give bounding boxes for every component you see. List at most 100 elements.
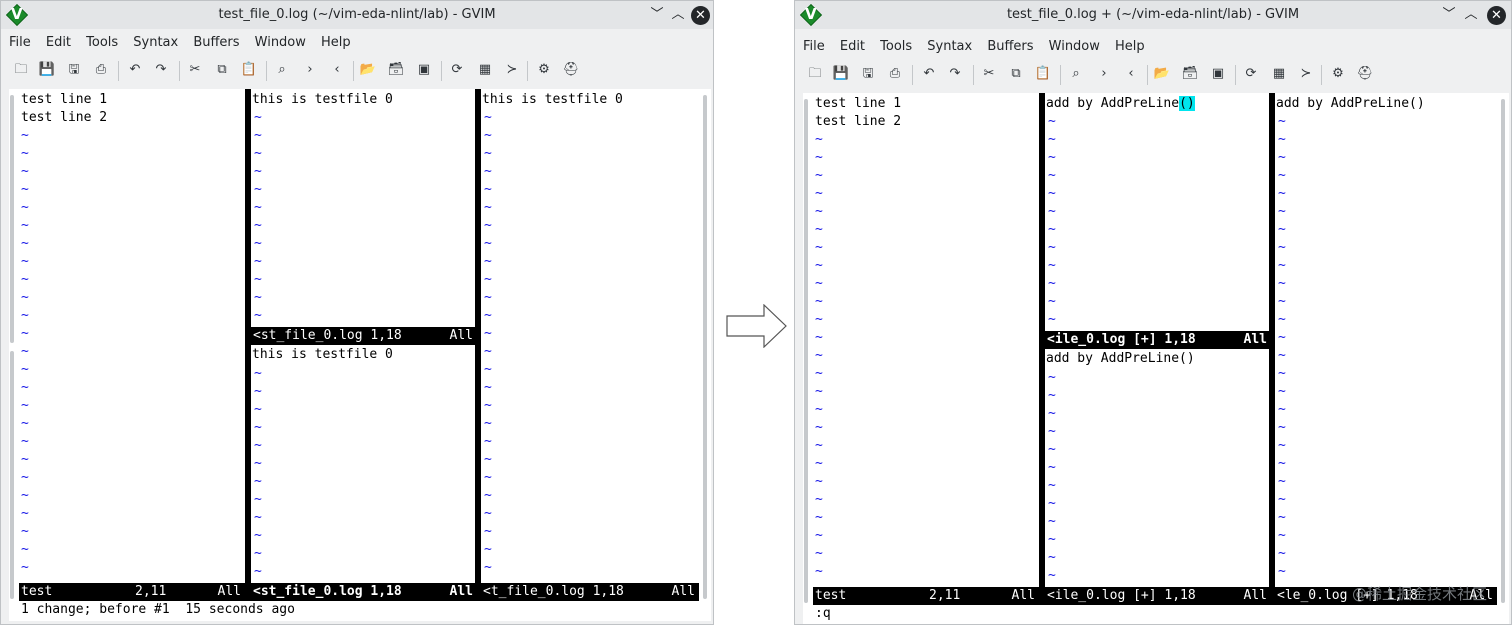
menu-tools[interactable]: Tools xyxy=(875,36,917,58)
empty-line-tilde: ~ xyxy=(815,528,823,543)
find-replace-icon[interactable]: ⌕ xyxy=(1066,64,1086,84)
print-icon[interactable]: ⎙ xyxy=(885,64,905,84)
print-icon[interactable]: ⎙ xyxy=(91,60,111,80)
editor-area[interactable]: test line 1 test line 2 ~ ~ ~ ~ ~ ~ ~ ~ ~ ~ ~ ~ ~ ~ ~ ~… xyxy=(9,89,711,621)
menu-syntax[interactable]: Syntax xyxy=(128,32,183,54)
title-bar[interactable]: V test_file_0.log + (~/vim-eda-nlint/lab… xyxy=(795,1,1511,29)
empty-line-tilde: ~ xyxy=(21,254,29,269)
status-file: <st_file_0.log 1,18 xyxy=(253,584,402,599)
shell-icon[interactable]: ▦ xyxy=(475,60,495,80)
run-script-icon[interactable]: ▣ xyxy=(1208,64,1228,84)
ctags-icon[interactable]: ≻ xyxy=(1296,64,1316,84)
make-icon[interactable]: ⟳ xyxy=(447,60,467,80)
status-line-pane-3[interactable]: <t_file_0.log 1,18 All xyxy=(481,583,699,601)
tag-jump-icon[interactable]: ⚙ xyxy=(1328,64,1348,84)
status-line-pane-1[interactable]: test 2,11 All xyxy=(19,583,245,601)
status-line-pane-2-top[interactable]: <st_file_0.log 1,18 All xyxy=(251,327,477,345)
save-icon[interactable]: 💾 xyxy=(831,64,851,84)
run-script-icon[interactable]: ▣ xyxy=(414,60,434,80)
command-line[interactable]: :q xyxy=(815,605,1509,623)
menu-buffers[interactable]: Buffers xyxy=(188,32,244,54)
open-icon[interactable]: 🗀 xyxy=(11,60,31,80)
undo-icon[interactable]: ↶ xyxy=(125,60,145,80)
find-next-icon[interactable]: › xyxy=(300,60,320,80)
save-session-icon[interactable]: 🗃 xyxy=(386,60,406,80)
scrollbar-left-lower[interactable] xyxy=(10,351,14,599)
toolbar: 🗀 💾 🖫 ⎙ ↶ ↷ ✂ ⧉ 📋 ⌕ › ‹ 📂 🗃 ▣ ⟳ ▦ ≻ ⚙ ⛑ xyxy=(1,57,713,85)
copy-icon[interactable]: ⧉ xyxy=(1006,64,1026,84)
close-icon[interactable]: ✕ xyxy=(691,6,710,25)
empty-line-tilde: ~ xyxy=(1048,460,1056,475)
shell-icon[interactable]: ▦ xyxy=(1269,64,1289,84)
editor-pane-1[interactable]: test line 1 test line 2 ~ ~ ~ ~ ~ ~ ~ ~ ~ ~ ~ ~ ~ ~ ~ ~… xyxy=(9,89,245,581)
editor-pane-2-bottom[interactable]: add by AddPreLine() ~ ~ ~ ~ ~ ~ ~ ~ ~ ~ ~ ~ xyxy=(1045,349,1271,587)
paste-icon[interactable]: 📋 xyxy=(239,60,259,80)
redo-icon[interactable]: ↷ xyxy=(945,64,965,84)
find-replace-icon[interactable]: ⌕ xyxy=(272,60,292,80)
empty-line-tilde: ~ xyxy=(1278,132,1286,147)
scrollbar-right[interactable] xyxy=(1501,99,1505,603)
empty-line-tilde: ~ xyxy=(1048,240,1056,255)
editor-pane-3[interactable]: this is testfile 0 ~ ~ ~ ~ ~ ~ ~ ~ ~ ~ ~ ~ ~ ~ ~ ~ ~ ~ ~ ~ ~… xyxy=(481,89,703,581)
editor-pane-3[interactable]: add by AddPreLine() ~ ~ ~ ~ ~ ~ ~ ~ ~ ~ ~ ~ ~ ~ ~ ~ ~ ~ ~ ~… xyxy=(1275,93,1497,585)
cut-icon[interactable]: ✂ xyxy=(185,60,205,80)
menu-syntax[interactable]: Syntax xyxy=(922,36,977,58)
editor-pane-1[interactable]: test line 1 test line 2 ~ ~ ~ ~ ~ ~ ~ ~ ~ ~ ~ ~ ~ ~ ~ ~… xyxy=(803,93,1039,585)
load-session-icon[interactable]: 📂 xyxy=(1152,64,1172,84)
status-line-pane-2-top[interactable]: <ile_0.log [+] 1,18 All xyxy=(1045,331,1271,349)
help-icon[interactable]: ⛑ xyxy=(561,60,581,80)
find-next-icon[interactable]: › xyxy=(1094,64,1114,84)
find-prev-icon[interactable]: ‹ xyxy=(327,60,347,80)
empty-line-tilde: ~ xyxy=(1048,150,1056,165)
menu-window[interactable]: Window xyxy=(250,32,311,54)
make-icon[interactable]: ⟳ xyxy=(1241,64,1261,84)
ctags-icon[interactable]: ≻ xyxy=(502,60,522,80)
close-icon[interactable]: ✕ xyxy=(1487,6,1506,25)
editor-pane-2-top[interactable]: add by AddPreLine() ~ ~ ~ ~ ~ ~ ~ ~ ~ ~ ~ ~ xyxy=(1045,93,1271,331)
maximize-icon[interactable]: ︿ xyxy=(1462,6,1480,24)
find-prev-icon[interactable]: ‹ xyxy=(1121,64,1141,84)
menu-help[interactable]: Help xyxy=(1110,36,1150,58)
menu-edit[interactable]: Edit xyxy=(835,36,870,58)
copy-icon[interactable]: ⧉ xyxy=(212,60,232,80)
menu-buffers[interactable]: Buffers xyxy=(982,36,1038,58)
undo-icon[interactable]: ↶ xyxy=(919,64,939,84)
save-all-icon[interactable]: 🖫 xyxy=(858,64,878,84)
menu-file[interactable]: File xyxy=(4,32,36,54)
menu-tools[interactable]: Tools xyxy=(81,32,123,54)
tag-jump-icon[interactable]: ⚙ xyxy=(534,60,554,80)
scrollbar-left[interactable] xyxy=(10,95,14,343)
save-all-icon[interactable]: 🖫 xyxy=(64,60,84,80)
help-icon[interactable]: ⛑ xyxy=(1355,64,1375,84)
load-session-icon[interactable]: 📂 xyxy=(358,60,378,80)
maximize-icon[interactable]: ︿ xyxy=(669,6,687,24)
menu-help[interactable]: Help xyxy=(316,32,356,54)
scrollbar-right[interactable] xyxy=(703,95,707,599)
open-icon[interactable]: 🗀 xyxy=(805,64,825,84)
editor-area[interactable]: test line 1 test line 2 ~ ~ ~ ~ ~ ~ ~ ~ ~ ~ ~ ~ ~ ~ ~ ~… xyxy=(803,93,1509,624)
status-line-pane-2[interactable]: <st_file_0.log 1,18 All xyxy=(251,583,477,601)
redo-icon[interactable]: ↷ xyxy=(151,60,171,80)
toolbar-separator xyxy=(527,61,528,81)
status-line-pane-2[interactable]: <ile_0.log [+] 1,18 All xyxy=(1045,587,1271,605)
editor-pane-2-bottom[interactable]: this is testfile 0 ~ ~ ~ ~ ~ ~ ~ ~ ~ ~ ~ ~ xyxy=(251,345,477,583)
menu-window[interactable]: Window xyxy=(1044,36,1105,58)
command-line[interactable]: 1 change; before #1 15 seconds ago xyxy=(21,601,711,619)
paste-icon[interactable]: 📋 xyxy=(1033,64,1053,84)
status-line-pane-1[interactable]: test 2,11 All xyxy=(813,587,1039,605)
cut-icon[interactable]: ✂ xyxy=(979,64,999,84)
editor-pane-2-top[interactable]: this is testfile 0 ~ ~ ~ ~ ~ ~ ~ ~ ~ ~ ~ ~ xyxy=(251,89,477,327)
save-session-icon[interactable]: 🗃 xyxy=(1180,64,1200,84)
empty-line-tilde: ~ xyxy=(815,474,823,489)
status-file: <ile_0.log [+] 1,18 xyxy=(1047,332,1196,347)
empty-line-tilde: ~ xyxy=(484,218,492,233)
title-bar[interactable]: V test_file_0.log (~/vim-eda-nlint/lab) … xyxy=(1,1,713,29)
status-file: <ile_0.log [+] 1,18 xyxy=(1047,588,1196,603)
empty-line-tilde: ~ xyxy=(254,218,262,233)
minimize-icon[interactable]: ﹀ xyxy=(648,6,666,24)
save-icon[interactable]: 💾 xyxy=(37,60,57,80)
minimize-icon[interactable]: ﹀ xyxy=(1440,6,1458,24)
menu-file[interactable]: File xyxy=(798,36,830,58)
scrollbar-left[interactable] xyxy=(804,99,808,603)
menu-edit[interactable]: Edit xyxy=(41,32,76,54)
